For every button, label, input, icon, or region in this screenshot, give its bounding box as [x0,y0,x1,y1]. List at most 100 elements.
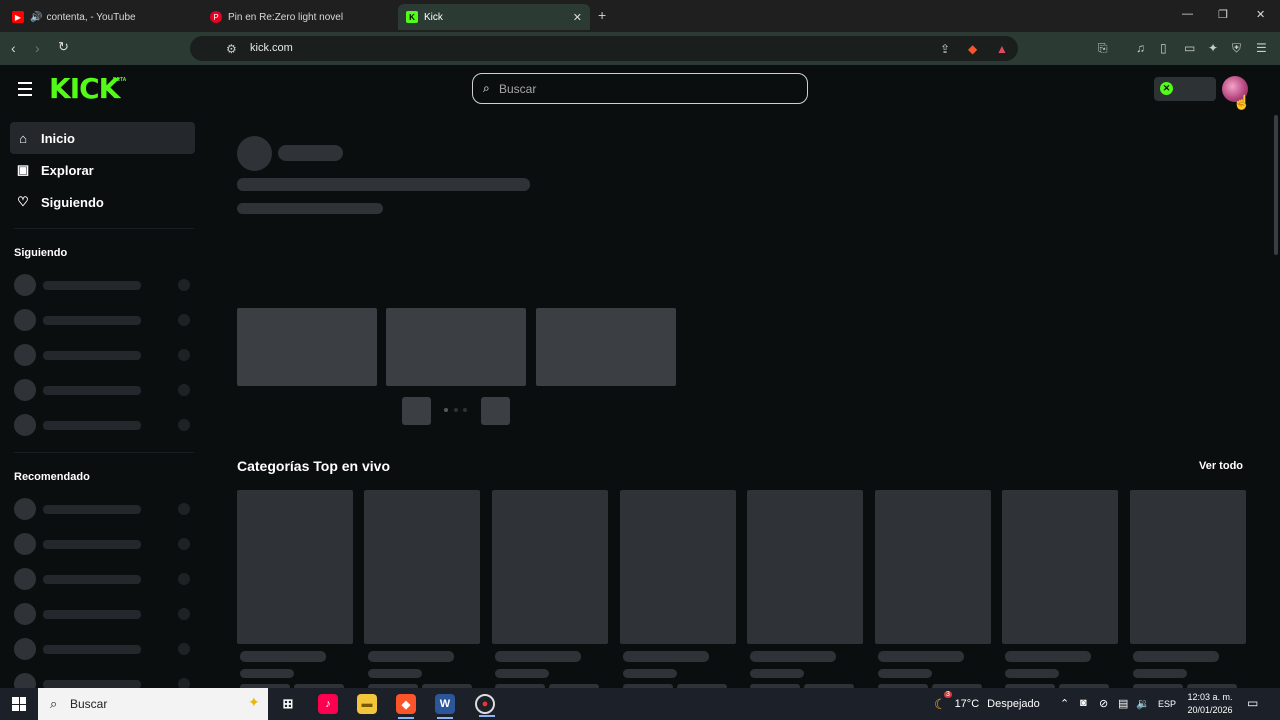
tab-pinterest[interactable]: P Pin en Re:Zero light novel [202,4,398,30]
category-card-skeleton[interactable] [620,490,736,644]
browser-tabstrip: ▶ 🔊 contenta, - YouTube P Pin en Re:Zero… [0,0,1280,32]
category-card-skeleton[interactable] [492,490,608,644]
tab-title: Pin en Re:Zero light novel [228,11,344,23]
file-explorer-icon[interactable]: ▬ [357,694,377,714]
restore-icon[interactable]: ❐ [1218,8,1228,21]
reload-icon[interactable]: ↻ [58,39,69,55]
category-title-skeleton [495,651,581,662]
carousel-dot[interactable] [444,408,448,412]
music-icon[interactable]: ♫ [1136,41,1145,55]
category-card-skeleton[interactable] [237,490,353,644]
category-title-skeleton [623,651,709,662]
carousel-next-button[interactable] [481,397,510,425]
carousel-prev-button[interactable] [402,397,431,425]
compass-icon: ▣ [16,162,30,177]
featured-avatar-skeleton [237,136,272,171]
recommended-skeleton-row [14,673,194,688]
recommended-skeleton-row [14,533,194,555]
screenshot-icon[interactable]: ⎘ [1098,41,1108,56]
close-tab-icon[interactable]: ✕ [573,11,582,24]
sidebar-toggle-icon[interactable]: ▯ [1160,41,1167,55]
vpn-icon[interactable]: ⛨ [1232,41,1241,56]
page-scrollbar[interactable] [1274,115,1278,255]
task-view-icon[interactable]: ⊞ [278,694,298,714]
tiktok-icon[interactable]: ♪ [318,694,338,714]
tab-kick[interactable]: K Kick ✕ [398,4,590,30]
featured-title-skeleton [237,178,530,191]
camera-icon[interactable]: ◙ [1080,697,1087,709]
category-card-skeleton[interactable] [1002,490,1118,644]
new-tab-button[interactable]: + [598,7,606,23]
close-window-icon[interactable]: ✕ [1256,8,1265,21]
sidebar-item-label: Siguiendo [41,194,104,210]
carousel-dot[interactable] [463,408,467,412]
following-skeleton-row [14,414,194,436]
address-bar[interactable]: ⚙ kick.com ⇪ ◆ ▲ [190,36,1018,61]
category-card-skeleton[interactable] [875,490,991,644]
weather-widget[interactable]: ☾ 3 17°C Despejado [934,688,1040,720]
sync-off-icon[interactable]: ⊘ [1099,697,1108,710]
brave-rewards-icon[interactable]: ▲ [996,42,1008,56]
category-viewers-skeleton [1133,669,1187,678]
windows-start-icon[interactable] [12,697,26,711]
browser-toolbar: ‹ › ↻ 🔖 ⚙ kick.com ⇪ ◆ ▲ ⎘ ♫ ▯ ▭ ✦ ⛨ ☰ [0,32,1280,65]
url-text[interactable]: kick.com [250,42,293,54]
wallet-icon[interactable]: ▭ [1184,41,1195,55]
windows-taskbar: ⌕ Buscar ✦ ⊞ ♪ ▬ ◆ W ● ☾ 3 17°C Despejad… [0,688,1280,720]
site-settings-icon[interactable]: ⚙ [226,42,237,56]
carousel-card-skeleton [536,308,676,386]
category-viewers-skeleton [750,669,804,678]
word-icon[interactable]: W [435,694,455,719]
search-icon: ⌕ [483,81,490,95]
tab-title: Kick [424,11,443,23]
sidebar-divider [14,452,194,453]
following-skeleton-row [14,344,194,366]
category-card-skeleton[interactable] [364,490,480,644]
category-title-skeleton [750,651,836,662]
recommended-skeleton-row [14,498,194,520]
network-icon[interactable]: ▤ [1118,697,1128,710]
leo-ai-icon[interactable]: ✦ [1208,41,1218,55]
minimize-icon[interactable]: — [1182,8,1193,20]
sidebar: ⌂ Inicio ▣ Explorar ♡ Siguiendo Siguiend… [0,115,205,688]
see-all-link[interactable]: Ver todo [1199,460,1243,472]
menu-icon[interactable]: ☰ [1256,41,1267,55]
recommended-skeleton-row [14,638,194,660]
search-input[interactable] [499,79,789,99]
category-card-skeleton[interactable] [1130,490,1246,644]
kick-logo[interactable]: KICK [49,74,120,104]
xbox-connect-button[interactable]: ✕ [1154,77,1216,101]
clock-time: 12:03 a. m. [1187,692,1233,702]
youtube-icon: ▶ [12,11,24,23]
sidebar-item-siguiendo[interactable]: ♡ Siguiendo [10,186,195,218]
sidebar-item-inicio[interactable]: ⌂ Inicio [10,122,195,154]
carousel-card-skeleton [237,308,377,386]
sidebar-item-explorar[interactable]: ▣ Explorar [10,154,195,186]
volume-icon[interactable]: 🔉 [1136,697,1150,710]
notifications-icon[interactable]: ▭ [1247,696,1258,710]
brave-shields-icon[interactable]: ◆ [968,42,977,56]
following-skeleton-row [14,379,194,401]
featured-name-skeleton [278,145,343,161]
share-icon[interactable]: ⇪ [940,42,950,56]
search-bar[interactable]: ⌕ [472,73,808,104]
category-viewers-skeleton [240,669,294,678]
hamburger-menu-icon[interactable] [18,82,32,100]
weather-text: Despejado [987,698,1040,710]
obs-icon[interactable]: ● [475,694,495,717]
carousel-dot[interactable] [454,408,458,412]
forward-icon[interactable]: › [35,40,40,56]
chevron-up-icon[interactable]: ⌃ [1060,697,1069,710]
tab-youtube[interactable]: ▶ 🔊 contenta, - YouTube [4,4,200,30]
category-viewers-skeleton [368,669,422,678]
following-skeleton-row [14,274,194,296]
language-indicator[interactable]: ESP [1158,699,1176,709]
taskbar-search[interactable]: ⌕ Buscar ✦ [38,688,268,720]
category-card-skeleton[interactable] [747,490,863,644]
featured-meta-skeleton [237,203,383,214]
back-icon[interactable]: ‹ [11,40,16,56]
brave-browser-icon[interactable]: ◆ [396,694,416,719]
system-clock[interactable]: 12:03 a. m. 20/01/2026 [1180,691,1240,717]
category-title-skeleton [1133,651,1219,662]
sidebar-item-label: Inicio [41,130,75,146]
